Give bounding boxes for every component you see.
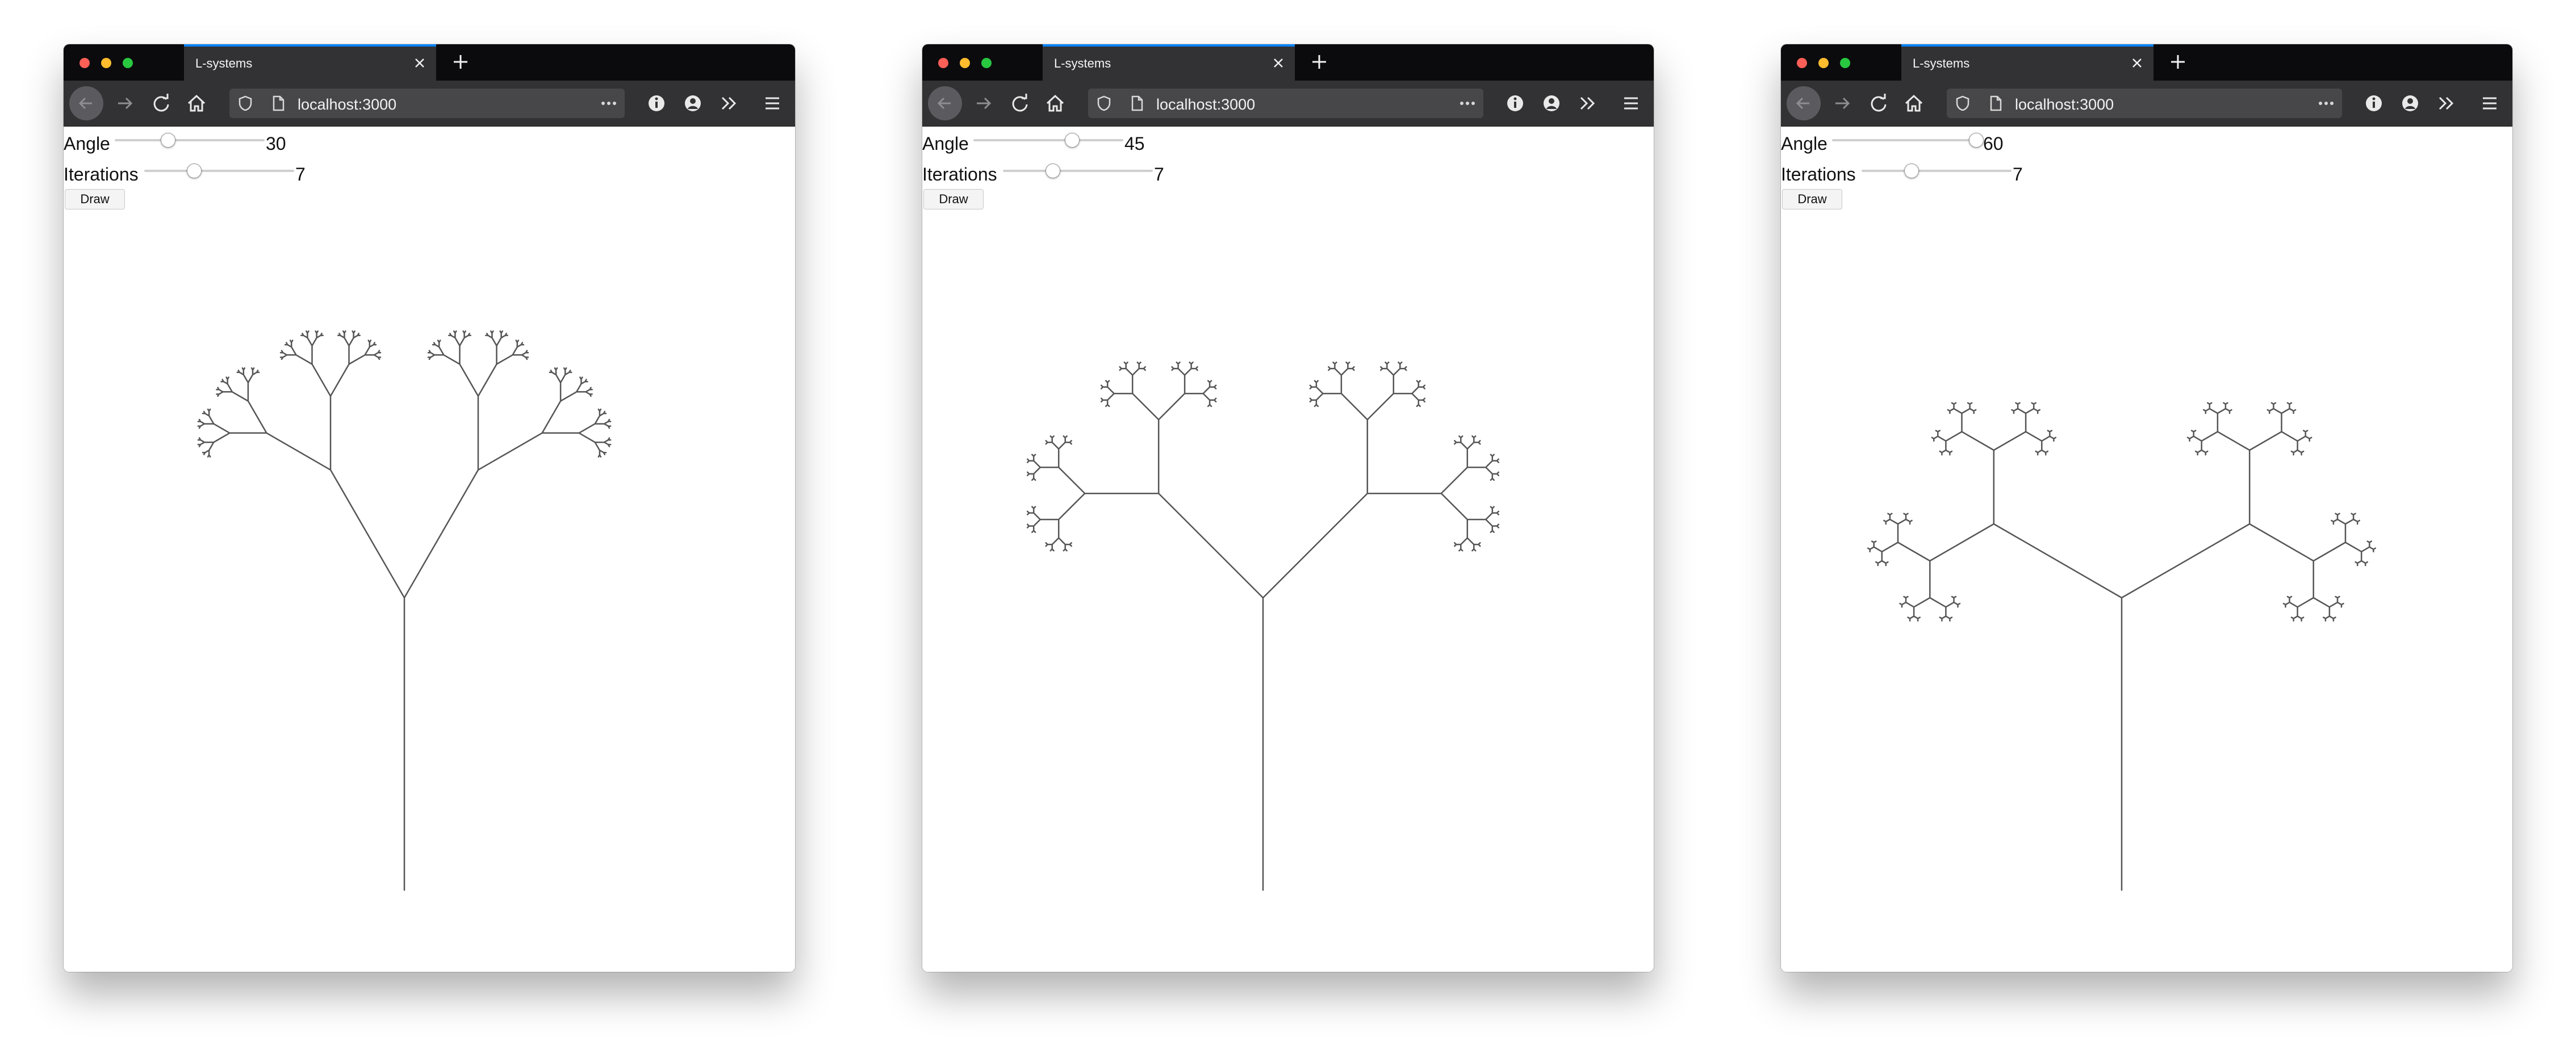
close-dot-icon[interactable] <box>80 58 90 68</box>
shield-icon[interactable] <box>1954 94 1972 112</box>
reload-icon[interactable] <box>149 91 174 116</box>
home-icon[interactable] <box>1043 91 1068 116</box>
reload-icon[interactable] <box>1007 91 1032 116</box>
navigation-toolbar: localhost:3000 <box>922 81 1654 127</box>
forward-arrow-icon[interactable] <box>1830 91 1855 116</box>
url-text: localhost:3000 <box>2015 96 2114 113</box>
more-dots-icon[interactable] <box>2317 94 2335 112</box>
new-tab-icon[interactable] <box>451 52 470 72</box>
info-icon[interactable] <box>1503 91 1528 116</box>
url-bar[interactable]: localhost:3000 <box>1947 89 2342 118</box>
close-dot-icon[interactable] <box>938 58 948 68</box>
back-arrow-icon <box>937 97 951 110</box>
tab-l-systems[interactable]: L-systems <box>184 44 436 81</box>
back-arrow-icon <box>1796 97 1809 110</box>
navigation-toolbar: localhost:3000 <box>64 81 795 127</box>
tab-title: L-systems <box>195 56 253 70</box>
l-system-canvas <box>1026 361 1500 891</box>
tab-l-systems[interactable]: L-systems <box>1901 44 2153 81</box>
minimize-dot-icon[interactable] <box>960 58 970 68</box>
hamburger-menu-icon[interactable] <box>2477 91 2502 116</box>
overflow-chevrons-icon[interactable] <box>1575 91 1600 116</box>
close-tab-icon[interactable] <box>2128 54 2146 72</box>
close-dot-icon[interactable] <box>1797 58 1807 68</box>
reload-icon[interactable] <box>1866 91 1891 116</box>
fractal-tree <box>1026 361 1500 891</box>
home-icon[interactable] <box>1901 91 1926 116</box>
tab-title: L-systems <box>1913 56 1970 70</box>
zoom-dot-icon[interactable] <box>1840 58 1850 68</box>
tab-l-systems[interactable]: L-systems <box>1043 44 1295 81</box>
account-icon[interactable] <box>2398 91 2423 116</box>
back-button[interactable] <box>69 86 103 120</box>
shield-icon[interactable] <box>1095 94 1113 112</box>
back-arrow-icon <box>78 97 92 110</box>
account-icon[interactable] <box>680 91 705 116</box>
minimize-dot-icon[interactable] <box>101 58 111 68</box>
browser-window: L-systems <box>64 44 795 972</box>
page-icon <box>1131 95 1143 111</box>
page-content: Angle 45 Iterations 7 Draw <box>922 127 1654 972</box>
browser-window: L-systems <box>922 44 1654 972</box>
more-dots-icon[interactable] <box>600 94 618 112</box>
forward-arrow-icon[interactable] <box>971 91 996 116</box>
title-bar: L-systems <box>1781 44 2512 81</box>
url-text: localhost:3000 <box>298 96 397 113</box>
close-tab-icon[interactable] <box>411 54 428 72</box>
browser-window: L-systems <box>1781 44 2512 972</box>
overflow-chevrons-icon[interactable] <box>2434 91 2459 116</box>
tab-title: L-systems <box>1054 56 1111 70</box>
url-bar[interactable]: localhost:3000 <box>229 89 625 118</box>
url-bar[interactable]: localhost:3000 <box>1088 89 1483 118</box>
info-icon[interactable] <box>644 91 669 116</box>
hamburger-menu-icon[interactable] <box>760 91 785 116</box>
info-icon[interactable] <box>2361 91 2386 116</box>
forward-arrow-icon[interactable] <box>112 91 137 116</box>
title-bar: L-systems <box>64 44 795 81</box>
navigation-toolbar: localhost:3000 <box>1781 81 2512 127</box>
zoom-dot-icon[interactable] <box>123 58 133 68</box>
hamburger-menu-icon[interactable] <box>1619 91 1644 116</box>
home-icon[interactable] <box>184 91 209 116</box>
page-icon <box>1990 95 2002 111</box>
page-icon <box>273 95 285 111</box>
zoom-dot-icon[interactable] <box>981 58 992 68</box>
fractal-tree <box>1867 402 2377 891</box>
minimize-dot-icon[interactable] <box>1818 58 1829 68</box>
l-system-canvas <box>197 330 612 891</box>
shield-icon[interactable] <box>236 94 254 112</box>
l-system-canvas <box>1867 402 2377 891</box>
fractal-tree <box>197 330 612 891</box>
page-content: Angle 60 Iterations 7 Draw <box>1781 127 2512 972</box>
close-tab-icon[interactable] <box>1270 54 1287 72</box>
account-icon[interactable] <box>1539 91 1564 116</box>
page-content: Angle 30 Iterations 7 Draw <box>64 127 795 972</box>
new-tab-icon[interactable] <box>1310 52 1329 72</box>
title-bar: L-systems <box>922 44 1654 81</box>
back-button[interactable] <box>928 86 962 120</box>
overflow-chevrons-icon[interactable] <box>717 91 742 116</box>
back-button[interactable] <box>1787 86 1821 120</box>
new-tab-icon[interactable] <box>2168 52 2188 72</box>
more-dots-icon[interactable] <box>1458 94 1477 112</box>
url-text: localhost:3000 <box>1156 96 1256 113</box>
